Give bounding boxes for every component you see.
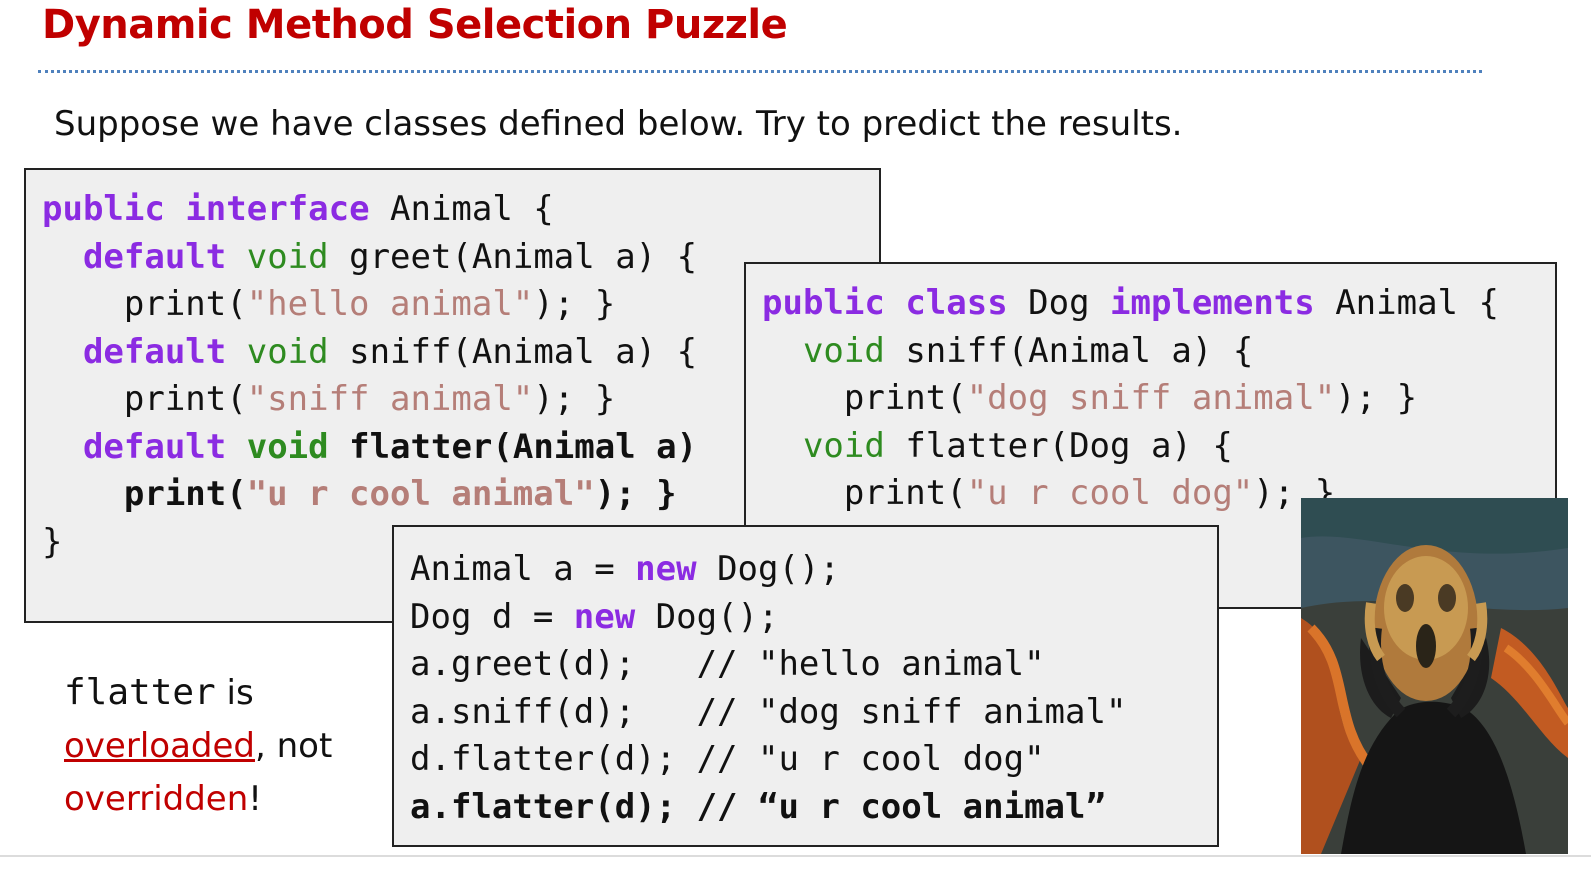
- code-line: d.flatter(d); // "u r cool dog": [410, 739, 1045, 779]
- code-text: ); }: [1335, 378, 1418, 418]
- code-line: Animal a = new Dog();: [410, 546, 1217, 594]
- code-text: print(: [762, 473, 967, 513]
- note-text: !: [248, 779, 262, 819]
- overload-note: flatter is overloaded, not overridden!: [64, 666, 384, 826]
- code-text: print(: [762, 378, 967, 418]
- code-line-bold: a.flatter(d); // “u r cool animal”: [410, 786, 1106, 827]
- keyword: new: [573, 596, 636, 637]
- bottom-border: [0, 855, 1591, 857]
- type-keyword: void: [246, 236, 329, 277]
- type-keyword: void: [802, 425, 885, 466]
- string-literal: "hello animal": [246, 284, 534, 324]
- code-text: flatter(Animal a): [328, 426, 698, 467]
- string-literal: "sniff animal": [246, 379, 534, 419]
- code-text: sniff(Animal a) {: [884, 330, 1254, 371]
- code-line: void flatter(Dog a) {: [762, 423, 1555, 471]
- code-text: ); }: [533, 284, 616, 324]
- slide-subtitle: Suppose we have classes defined below. T…: [54, 104, 1183, 144]
- code-text: sniff(Animal a) {: [328, 331, 698, 372]
- code-line: a.greet(d); // "hello animal": [410, 644, 1045, 684]
- code-text: Dog();: [696, 549, 840, 589]
- note-overridden: overridden: [64, 779, 249, 819]
- scream-painting-image: [1301, 498, 1568, 854]
- slide-title: Dynamic Method Selection Puzzle: [42, 2, 788, 48]
- code-line: a.sniff(d); // "dog sniff animal": [410, 691, 1127, 732]
- code-line: print("dog sniff animal"); }: [762, 375, 1555, 423]
- title-divider: [38, 70, 1482, 73]
- code-text: ); }: [533, 379, 616, 419]
- code-text: Dog d =: [410, 596, 574, 637]
- code-line: Dog d = new Dog();: [410, 594, 1217, 642]
- code-text: print(: [42, 379, 247, 419]
- code-text: Dog();: [635, 596, 779, 637]
- code-text: Dog: [1007, 283, 1111, 323]
- code-text: print(: [42, 284, 247, 324]
- code-text: Animal {: [1314, 283, 1499, 323]
- code-text: greet(Animal a) {: [328, 236, 698, 277]
- code-text: ); }: [594, 474, 677, 514]
- test-code: Animal a = new Dog(); Dog d = new Dog();…: [392, 525, 1219, 847]
- keyword: default: [82, 426, 227, 467]
- keyword: default: [82, 331, 227, 372]
- code-text: Animal a =: [410, 549, 636, 589]
- keyword: public: [762, 283, 885, 323]
- note-text: is: [215, 673, 254, 713]
- note-text: , not: [254, 726, 333, 766]
- keyword: public: [42, 189, 165, 229]
- keyword: default: [82, 236, 227, 277]
- keyword: implements: [1110, 283, 1315, 323]
- keyword: new: [635, 549, 697, 589]
- code-text: flatter(Dog a) {: [884, 425, 1233, 466]
- keyword: interface: [185, 189, 370, 229]
- code-line: public class Dog implements Animal {: [762, 280, 1555, 328]
- type-keyword: void: [246, 331, 329, 372]
- string-literal: "u r cool animal": [246, 474, 595, 514]
- keyword: class: [905, 283, 1008, 323]
- type-keyword: void: [802, 330, 885, 371]
- code-line: void sniff(Animal a) {: [762, 328, 1555, 376]
- string-literal: "u r cool dog": [966, 473, 1254, 513]
- code-word: flatter: [64, 672, 216, 713]
- type-keyword: void: [246, 426, 329, 467]
- note-overloaded: overloaded: [64, 726, 255, 766]
- code-text: print(: [42, 474, 247, 514]
- string-literal: "dog sniff animal": [966, 378, 1336, 418]
- code-line: public interface Animal {: [42, 186, 879, 234]
- code-text: Animal {: [369, 189, 554, 229]
